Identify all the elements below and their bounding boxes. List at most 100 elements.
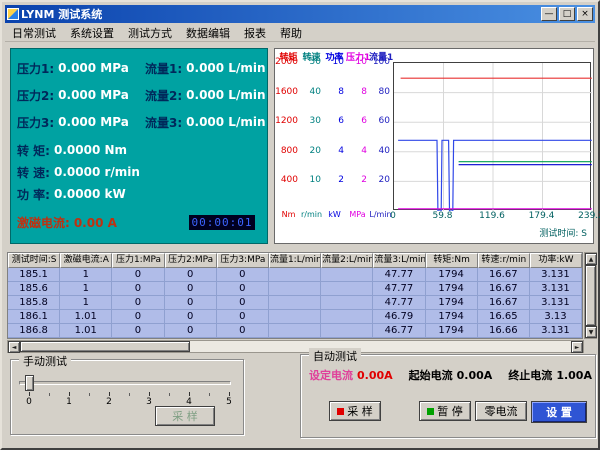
reading-value: 0.000 L/min bbox=[186, 115, 265, 129]
reading-pair-4: 压力3:0.000 MPa bbox=[17, 111, 145, 133]
axis-tick-label: 50 bbox=[310, 57, 321, 67]
slider-minor-tick bbox=[129, 393, 130, 396]
auto-field-value: 1.00A bbox=[556, 369, 592, 382]
app-window: LYNM 测试系统 — □ × 日常测试系统设置测试方式数据编辑报表帮助 压力1… bbox=[0, 0, 600, 450]
axis-tick-label: 400 bbox=[281, 175, 298, 185]
table-cell: 1.01 bbox=[60, 310, 112, 323]
minimize-icon[interactable]: — bbox=[541, 7, 557, 21]
title-bar[interactable]: LYNM 测试系统 — □ × bbox=[5, 5, 595, 23]
table-cell: 1794 bbox=[426, 282, 478, 295]
menu-item-3[interactable]: 数据编辑 bbox=[179, 24, 237, 42]
pause-button[interactable]: 暂 停 bbox=[419, 401, 471, 421]
table-cell: 0 bbox=[165, 296, 217, 309]
axis-tick-label: 2 bbox=[361, 175, 367, 185]
series-流量1 bbox=[398, 140, 592, 211]
column-header-6[interactable]: 流量2:L/min bbox=[321, 253, 373, 268]
table-cell: 0 bbox=[165, 324, 217, 337]
table-row-3[interactable]: 186.11.0100046.79179416.653.13 bbox=[8, 310, 582, 324]
table-row-4[interactable]: 186.81.0100046.77179416.663.131 bbox=[8, 324, 582, 338]
auto-fields: 设定电流0.00A起始电流0.00A终止电流1.00A bbox=[309, 367, 591, 383]
column-header-9[interactable]: 转速:r/min bbox=[478, 253, 530, 268]
column-header-5[interactable]: 流量1:L/min bbox=[269, 253, 321, 268]
menu-item-4[interactable]: 报表 bbox=[237, 24, 273, 42]
manual-test-group: 手动测试 012345 采 样 bbox=[10, 359, 244, 435]
axis-tick-label: 10 bbox=[356, 57, 367, 67]
slider-minor-tick bbox=[89, 393, 90, 396]
menu-item-5[interactable]: 帮助 bbox=[273, 24, 309, 42]
table-cell: 47.77 bbox=[373, 268, 425, 281]
zero-current-button[interactable]: 零电流 bbox=[475, 401, 527, 421]
horizontal-scroll-thumb[interactable] bbox=[20, 341, 190, 352]
column-header-0[interactable]: 测试时间:S bbox=[8, 253, 60, 268]
reading-value: 0.000 L/min bbox=[186, 88, 265, 102]
setup-button[interactable]: 设 置 bbox=[531, 401, 587, 423]
axis-tick-label: 1600 bbox=[275, 87, 298, 97]
horizontal-scroll-track[interactable] bbox=[190, 341, 571, 352]
table-cell: 0 bbox=[217, 296, 269, 309]
column-header-1[interactable]: 激磁电流:A bbox=[60, 253, 112, 268]
zero-current-label: 零电流 bbox=[485, 403, 518, 419]
elapsed-timer: 00:00:01 bbox=[189, 215, 255, 230]
table-row-2[interactable]: 185.8100047.77179416.673.131 bbox=[8, 296, 582, 310]
table-cell: 1 bbox=[60, 296, 112, 309]
column-header-2[interactable]: 压力1:MPa bbox=[112, 253, 164, 268]
table-cell: 16.67 bbox=[478, 296, 530, 309]
slider-minor-tick bbox=[49, 393, 50, 396]
table-cell: 185.8 bbox=[8, 296, 60, 309]
table-cell: 1794 bbox=[426, 310, 478, 323]
scroll-right-icon[interactable]: ► bbox=[571, 341, 583, 353]
table-cell: 0 bbox=[112, 282, 164, 295]
slider-tick bbox=[229, 392, 230, 396]
reading-label: 功 率: bbox=[17, 186, 50, 203]
table-cell: 0 bbox=[165, 268, 217, 281]
column-header-8[interactable]: 转矩:Nm bbox=[426, 253, 478, 268]
column-header-4[interactable]: 压力3:MPa bbox=[217, 253, 269, 268]
axis-tick-label: 30 bbox=[310, 116, 321, 126]
vertical-scroll-thumb[interactable] bbox=[585, 265, 596, 326]
table-cell bbox=[269, 324, 321, 337]
menu-item-2[interactable]: 测试方式 bbox=[121, 24, 179, 42]
table-horizontal-scrollbar[interactable]: ◄ ► bbox=[7, 340, 584, 353]
table-cell: 3.131 bbox=[530, 324, 582, 337]
menu-item-1[interactable]: 系统设置 bbox=[63, 24, 121, 42]
axis-tick-label: 1200 bbox=[275, 116, 298, 126]
reading-value: 0.000 L/min bbox=[186, 61, 265, 75]
sample-square-icon bbox=[337, 408, 344, 415]
scroll-left-icon[interactable]: ◄ bbox=[8, 341, 20, 353]
data-table: 测试时间:S激磁电流:A压力1:MPa压力2:MPa压力3:MPa流量1:L/m… bbox=[7, 252, 583, 339]
table-cell: 3.13 bbox=[530, 310, 582, 323]
chart-panel: 转矩200016001200800400Nm转速5040302010r/min功… bbox=[274, 48, 594, 244]
reading-label: 转 矩: bbox=[17, 142, 50, 159]
table-row-1[interactable]: 185.6100047.77179416.673.131 bbox=[8, 282, 582, 296]
table-cell: 16.67 bbox=[478, 268, 530, 281]
column-header-10[interactable]: 功率:kW bbox=[530, 253, 582, 268]
table-vertical-scrollbar[interactable]: ▲ ▼ bbox=[584, 252, 597, 339]
table-cell bbox=[269, 296, 321, 309]
reading-pair-1: 流量1:0.000 L/min bbox=[145, 57, 265, 79]
axis-tick-label: 4 bbox=[338, 146, 344, 156]
app-icon bbox=[7, 8, 19, 20]
manual-sample-button[interactable]: 采 样 bbox=[155, 406, 215, 426]
axis-tick-label: 60 bbox=[379, 116, 390, 126]
table-row-0[interactable]: 185.1100047.77179416.673.131 bbox=[8, 268, 582, 282]
close-icon[interactable]: × bbox=[577, 7, 593, 21]
reading-pair-2: 压力2:0.000 MPa bbox=[17, 84, 145, 106]
scroll-down-icon[interactable]: ▼ bbox=[585, 326, 597, 338]
table-cell: 0 bbox=[165, 282, 217, 295]
reading-single-0: 转 矩:0.0000 Nm bbox=[17, 139, 261, 161]
auto-sample-button[interactable]: 采 样 bbox=[329, 401, 381, 421]
slider-tick bbox=[109, 392, 110, 396]
window-title: LYNM 测试系统 bbox=[21, 6, 539, 22]
table-cell: 1 bbox=[60, 268, 112, 281]
table-cell: 185.6 bbox=[8, 282, 60, 295]
axis-unit: r/min bbox=[300, 210, 323, 219]
column-header-7[interactable]: 流量3:L/min bbox=[373, 253, 425, 268]
scroll-up-icon[interactable]: ▲ bbox=[585, 253, 597, 265]
axis-unit: MPa bbox=[346, 210, 369, 219]
readings-single: 转 矩:0.0000 Nm转 速:0.0000 r/min功 率:0.0000 … bbox=[17, 139, 261, 205]
column-header-3[interactable]: 压力2:MPa bbox=[165, 253, 217, 268]
slider-track[interactable] bbox=[19, 381, 231, 385]
menu-item-0[interactable]: 日常测试 bbox=[5, 24, 63, 42]
maximize-icon[interactable]: □ bbox=[559, 7, 575, 21]
slider-thumb[interactable] bbox=[25, 375, 34, 391]
